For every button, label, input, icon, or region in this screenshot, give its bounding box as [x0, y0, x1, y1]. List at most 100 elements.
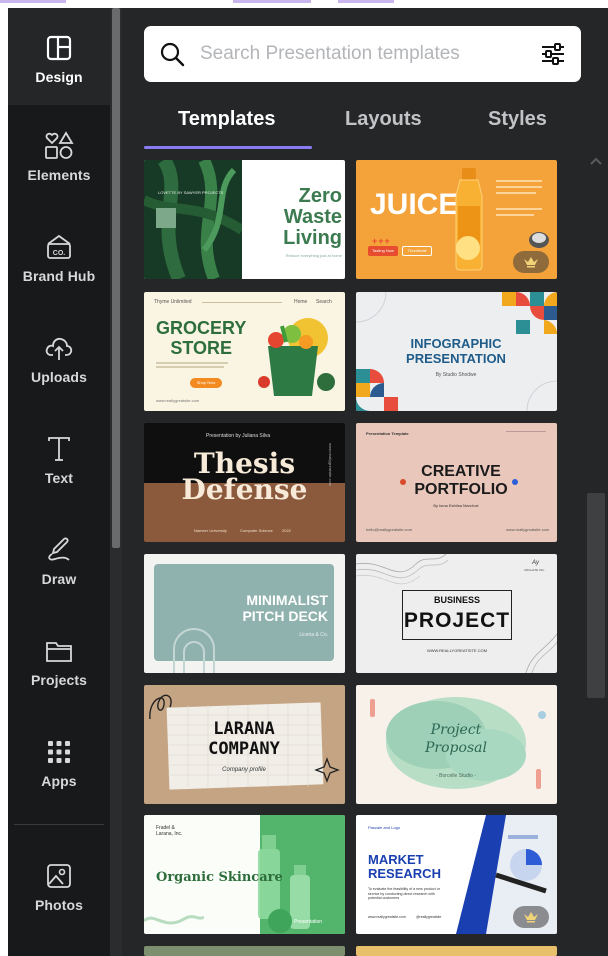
template-header: Thyme Unlimited	[154, 299, 192, 305]
template-topline: Presentation Template	[366, 431, 409, 436]
template-footer: www.reallygreatsite.com	[506, 527, 550, 532]
template-title: MINIMALIST PITCH DECK	[242, 592, 328, 624]
sidebar-item-apps[interactable]: Apps	[8, 718, 110, 808]
template-title: Project Proposal	[425, 722, 487, 756]
brand-icon: CO.	[44, 232, 74, 262]
template-card-larana-company[interactable]: LARANA COMPANY Company profile	[144, 685, 345, 804]
template-card-thesis-defense[interactable]: Presentation by Juliana Silva Thesis Defe…	[144, 423, 345, 542]
template-label: Presentation	[294, 919, 323, 925]
tab-layouts[interactable]: Layouts	[345, 108, 422, 131]
template-card-minimalist-pitch[interactable]: MINIMALIST PITCH DECK Liceria & Co.	[144, 554, 345, 673]
template-card-partial[interactable]	[356, 946, 557, 956]
template-subtitle: Company profile	[222, 767, 266, 773]
sidebar-item-draw[interactable]: Draw	[8, 516, 110, 606]
template-footer: @reallygreatsite	[416, 915, 442, 919]
template-card-market-research[interactable]: Pascale and Logo MARKET RESEARCH To evalu…	[356, 815, 557, 934]
sidebar-item-uploads[interactable]: Uploads	[8, 314, 110, 404]
template-body: To evaluate the feasibility of a new pro…	[368, 887, 440, 900]
template-title: Organic Skincare	[156, 870, 283, 885]
layout-icon	[44, 33, 74, 63]
sidebar-item-label: Uploads	[31, 369, 87, 385]
sidebar-item-label: Text	[44, 470, 74, 486]
template-card-infographic[interactable]: INFOGRAPHIC PRESENTATION By Studio Shodwe	[356, 292, 557, 411]
template-topline: Presentation by Juliana Silva	[206, 433, 271, 439]
template-card-juice[interactable]: JUICE Tasting Now Thumbnail +++	[356, 160, 557, 279]
template-card-business-project[interactable]: Ay ARGHATE INC. BUSINESS PROJECT WWW.REA…	[356, 554, 557, 673]
scroll-up-icon[interactable]	[588, 153, 604, 169]
sidebar-scrollbar-thumb[interactable]	[112, 8, 120, 548]
sidebar-item-label: Projects	[30, 672, 88, 688]
premium-badge	[513, 906, 549, 928]
template-title: MARKET RESEARCH	[368, 852, 441, 881]
sidebar-item-label: Brand Hub	[22, 268, 96, 284]
sidebar-item-label: Design	[35, 69, 83, 85]
cloud-upload-icon	[44, 333, 74, 363]
filter-icon[interactable]	[525, 26, 581, 82]
crown-icon	[524, 912, 538, 923]
template-footer: www.reallygreatsite.com	[368, 915, 406, 919]
template-title: JUICE	[370, 188, 459, 221]
template-button: Tasting Now	[368, 246, 398, 256]
template-button: Shop Now	[190, 378, 222, 388]
svg-text:CO.: CO.	[53, 250, 66, 257]
template-subtitle: Reduce everything just at home	[285, 253, 342, 258]
premium-badge	[513, 251, 549, 273]
template-title: Zero Waste Living	[283, 185, 342, 249]
template-title: GROCERY STORE	[156, 318, 247, 358]
template-nav: Home	[294, 299, 308, 305]
sidebar-item-elements[interactable]: Elements	[8, 112, 110, 202]
template-footer: Computer Science	[240, 528, 273, 533]
template-logo-text: Ay	[532, 560, 539, 566]
folder-icon	[44, 636, 74, 666]
template-card-project-proposal[interactable]: Project Proposal - Borcelle Studio -	[356, 685, 557, 804]
search-input[interactable]: Search Presentation templates	[200, 43, 525, 65]
template-footer: 2022	[282, 528, 291, 533]
template-side-url: www.reallygreatsite.com	[328, 443, 333, 487]
sidebar-divider	[14, 824, 104, 825]
search-bar[interactable]: Search Presentation templates	[144, 26, 581, 82]
sidebar-item-photos[interactable]: Photos	[8, 842, 110, 932]
template-card-organic-skincare[interactable]: Fradel & Larana, Inc. Organic Skincare Pr…	[144, 815, 345, 934]
templates-scrollbar-thumb[interactable]	[587, 493, 605, 698]
crown-icon	[524, 257, 538, 268]
sidebar-item-projects[interactable]: Projects	[8, 617, 110, 707]
apps-grid-icon	[44, 737, 74, 767]
sidebar-item-label: Elements	[27, 167, 91, 183]
sidebar-item-text[interactable]: Text	[8, 415, 110, 505]
sidebar-item-label: Apps	[41, 773, 77, 789]
template-card-creative-portfolio[interactable]: Presentation Template CREATIVE PORTFOLIO …	[356, 423, 557, 542]
tab-styles[interactable]: Styles	[488, 108, 547, 131]
top-strip	[0, 0, 608, 8]
template-topline: Pascale and Logo	[368, 825, 401, 830]
template-footer: Nameer University	[194, 528, 227, 533]
template-title: Thesis Defense	[181, 447, 308, 506]
draw-icon	[44, 535, 74, 565]
sidebar-item-label: Draw	[41, 571, 77, 587]
template-title: LARANA COMPANY	[208, 719, 280, 759]
template-url: www.reallygreatsite.com	[156, 398, 200, 403]
template-title-small: BUSINESS	[433, 595, 480, 605]
sidebar-item-design[interactable]: Design	[8, 14, 110, 104]
template-subtitle: - Borcelle Studio -	[436, 773, 476, 779]
active-tab-indicator	[144, 146, 312, 149]
template-nav: Search	[316, 299, 332, 305]
template-logo-sub: ARGHATE INC.	[524, 568, 546, 572]
template-subtitle: Liceria & Co.	[299, 632, 328, 638]
template-title: INFOGRAPHIC PRESENTATION	[406, 336, 506, 366]
shapes-icon	[44, 131, 74, 161]
tab-templates[interactable]: Templates	[178, 108, 275, 131]
template-card-partial[interactable]	[144, 946, 345, 956]
template-topline: Fradel & Larana, Inc.	[156, 825, 183, 837]
text-icon	[44, 434, 74, 464]
sidebar-item-brand-hub[interactable]: CO. Brand Hub	[8, 213, 110, 303]
template-card-zero-waste[interactable]: LOVETTE BY SAWYER PROJECTS Zero Waste Livi…	[144, 160, 345, 279]
template-url: WWW.REALLYGREATSITE.COM	[426, 648, 488, 653]
template-topline: LOVETTE BY SAWYER PROJECTS	[158, 190, 224, 195]
template-footer: hello@reallygreatsite.com	[366, 527, 413, 532]
template-button: Thumbnail	[402, 246, 432, 256]
template-card-grocery-store[interactable]: Thyme Unlimited Home Search GROCERY STORE…	[144, 292, 345, 411]
template-subtitle: By Studio Shodwe	[435, 372, 477, 378]
search-icon	[144, 26, 200, 82]
sidebar-item-label: Photos	[34, 897, 84, 913]
photo-icon	[44, 861, 74, 891]
